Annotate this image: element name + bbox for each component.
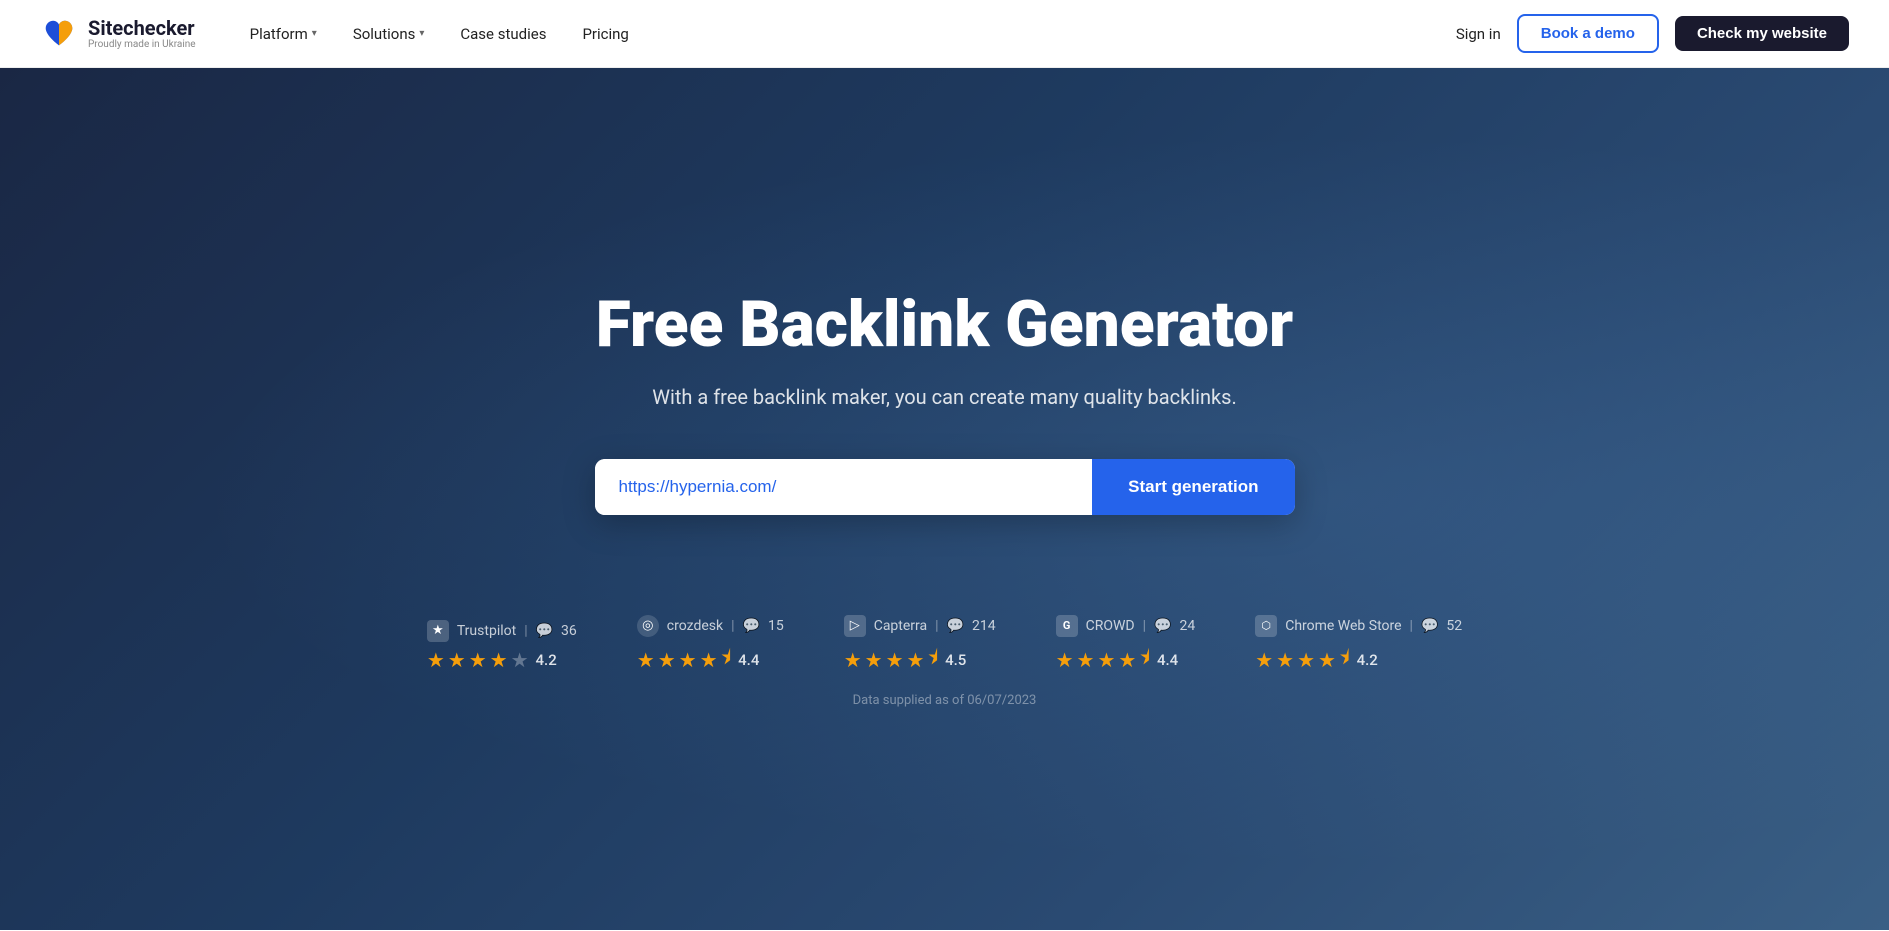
capterra-label: Capterra xyxy=(874,618,927,634)
star-icon: ★ xyxy=(427,648,445,672)
chrome-score: 4.2 xyxy=(1357,651,1378,669)
star-icon: ★ xyxy=(1276,648,1294,672)
logo[interactable]: Sitechecker Proudly made in Ukraine xyxy=(40,15,196,53)
capterra-count: 214 xyxy=(972,618,996,634)
star-empty-icon: ★ xyxy=(511,648,529,672)
chat-icon: 💬 xyxy=(1154,618,1171,634)
rating-crozdesk: ◎ crozdesk | 💬 15 ★ ★ ★ ★ ⯨ 4.4 xyxy=(637,615,784,677)
rating-capterra: ▷ Capterra | 💬 214 ★ ★ ★ ★ ⯨ 4.5 xyxy=(844,615,996,677)
chat-icon: 💬 xyxy=(947,618,964,634)
star-icon: ★ xyxy=(907,648,925,672)
nav-item-pricing[interactable]: Pricing xyxy=(568,17,642,51)
capterra-icon: ▷ xyxy=(844,615,866,637)
ratings-section: ★ Trustpilot | 💬 36 ★ ★ ★ ★ ★ 4.2 ◎ croz… xyxy=(427,615,1462,677)
star-icon: ★ xyxy=(658,648,676,672)
hero-section: Free Backlink Generator With a free back… xyxy=(0,68,1889,930)
chrome-count: 52 xyxy=(1446,618,1462,634)
nav-item-case-studies[interactable]: Case studies xyxy=(446,17,560,51)
book-demo-button[interactable]: Book a demo xyxy=(1517,14,1659,53)
star-icon: ★ xyxy=(886,648,904,672)
star-half-icon: ⯨ xyxy=(1139,643,1150,677)
star-icon: ★ xyxy=(700,648,718,672)
star-icon: ★ xyxy=(1077,648,1095,672)
hero-subtitle: With a free backlink maker, you can crea… xyxy=(515,385,1375,409)
crowd-count: 24 xyxy=(1179,618,1195,634)
star-icon: ★ xyxy=(679,648,697,672)
star-icon: ★ xyxy=(1097,648,1115,672)
chevron-down-icon: ▾ xyxy=(419,28,424,39)
star-icon: ★ xyxy=(844,648,862,672)
star-icon: ★ xyxy=(490,648,508,672)
rating-chrome: ⬡ Chrome Web Store | 💬 52 ★ ★ ★ ★ ⯨ 4.2 xyxy=(1255,615,1462,677)
search-form: Start generation xyxy=(595,459,1295,515)
logo-text: Sitechecker Proudly made in Ukraine xyxy=(88,17,196,50)
star-icon: ★ xyxy=(1255,648,1273,672)
rating-trustpilot: ★ Trustpilot | 💬 36 ★ ★ ★ ★ ★ 4.2 xyxy=(427,620,577,672)
star-icon: ★ xyxy=(1297,648,1315,672)
chat-icon: 💬 xyxy=(1421,618,1438,634)
crowd-label: CROWD xyxy=(1086,618,1135,634)
crozdesk-icon: ◎ xyxy=(637,615,659,637)
star-icon: ★ xyxy=(865,648,883,672)
chevron-down-icon: ▾ xyxy=(312,28,317,39)
chrome-icon: ⬡ xyxy=(1255,615,1277,637)
crowd-icon: G xyxy=(1056,615,1078,637)
trustpilot-score: 4.2 xyxy=(536,651,557,669)
star-half-icon: ⯨ xyxy=(1339,643,1350,677)
chat-icon: 💬 xyxy=(536,623,553,639)
star-half-icon: ⯨ xyxy=(721,643,732,677)
crozdesk-count: 15 xyxy=(768,618,784,634)
star-icon: ★ xyxy=(448,648,466,672)
trustpilot-label: Trustpilot xyxy=(457,623,516,639)
rating-crowd: G CROWD | 💬 24 ★ ★ ★ ★ ⯨ 4.4 xyxy=(1056,615,1196,677)
nav-item-platform[interactable]: Platform ▾ xyxy=(236,17,331,51)
nav-item-solutions[interactable]: Solutions ▾ xyxy=(339,17,439,51)
star-icon: ★ xyxy=(469,648,487,672)
crozdesk-score: 4.4 xyxy=(738,651,759,669)
hero-title: Free Backlink Generator xyxy=(515,290,1375,360)
crozdesk-label: crozdesk xyxy=(667,618,723,634)
chat-icon: 💬 xyxy=(743,618,760,634)
url-input[interactable] xyxy=(595,459,1093,515)
star-icon: ★ xyxy=(637,648,655,672)
crowd-score: 4.4 xyxy=(1157,651,1178,669)
navbar: Sitechecker Proudly made in Ukraine Plat… xyxy=(0,0,1889,68)
check-website-button[interactable]: Check my website xyxy=(1675,16,1849,51)
data-note: Data supplied as of 06/07/2023 xyxy=(853,693,1037,708)
nav-actions: Sign in Book a demo Check my website xyxy=(1456,14,1849,53)
start-generation-button[interactable]: Start generation xyxy=(1092,459,1294,515)
capterra-score: 4.5 xyxy=(945,651,966,669)
trustpilot-count: 36 xyxy=(561,623,577,639)
star-icon: ★ xyxy=(1318,648,1336,672)
trustpilot-icon: ★ xyxy=(427,620,449,642)
star-icon: ★ xyxy=(1118,648,1136,672)
nav-links: Platform ▾ Solutions ▾ Case studies Pric… xyxy=(236,17,1456,51)
star-icon: ★ xyxy=(1056,648,1074,672)
logo-icon xyxy=(40,15,78,53)
signin-link[interactable]: Sign in xyxy=(1456,25,1501,43)
hero-content: Free Backlink Generator With a free back… xyxy=(495,290,1395,514)
chrome-label: Chrome Web Store xyxy=(1285,618,1401,634)
star-half-icon: ⯨ xyxy=(927,643,938,677)
